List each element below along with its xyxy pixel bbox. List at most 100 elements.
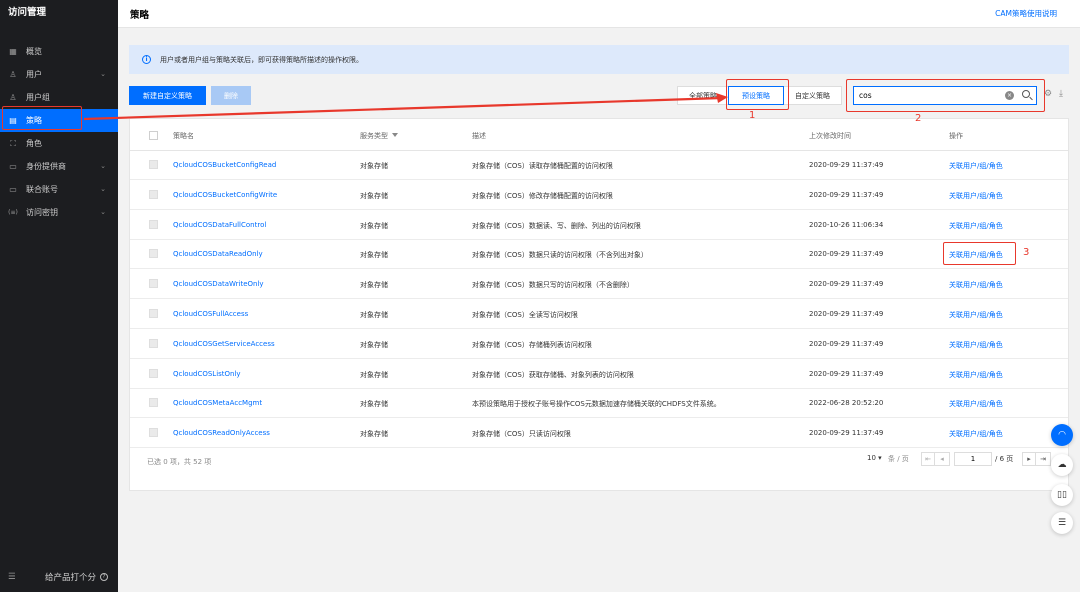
- row-checkbox[interactable]: [149, 249, 158, 259]
- feedback-bar[interactable]: ☰ 给产品打个分 ?: [0, 562, 118, 592]
- header-description: 描述: [472, 132, 486, 140]
- attach-entities-link[interactable]: 关联用户/组/角色: [949, 399, 1003, 409]
- attach-entities-link[interactable]: 关联用户/组/角色: [949, 310, 1003, 320]
- cam-doc-link[interactable]: CAM策略使用说明: [995, 8, 1057, 19]
- next-page-button[interactable]: ▸: [1022, 452, 1036, 466]
- annotation-box-attach-link: [943, 242, 1016, 265]
- sidebar-item-federated-accounts[interactable]: ▭ 联合账号 ⌄: [0, 178, 118, 201]
- user-icon: ♙: [9, 70, 17, 79]
- row-checkbox[interactable]: [149, 279, 158, 289]
- attach-entities-link[interactable]: 关联用户/组/角色: [949, 370, 1003, 380]
- row-checkbox[interactable]: [149, 428, 158, 438]
- table-row: QcloudCOSFullAccess 对象存储 对象存储（COS）全读写访问权限 2…: [130, 299, 1068, 329]
- sidebar-item-label: 身份提供商: [26, 162, 66, 171]
- tab-custom-policies[interactable]: 自定义策略: [784, 86, 842, 105]
- gear-icon[interactable]: ⚙: [1044, 90, 1053, 99]
- service-type-cell: 对象存储: [360, 281, 388, 290]
- attach-entities-link[interactable]: 关联用户/组/角色: [949, 340, 1003, 350]
- headset-icon: ◠: [1058, 430, 1066, 440]
- row-checkbox[interactable]: [149, 160, 158, 169]
- annotation-arrow: [83, 93, 728, 121]
- table-row: QcloudCOSListOnly 对象存储 对象存储（COS）获取存储桶、对象列表…: [130, 359, 1068, 389]
- feedback-label[interactable]: 给产品打个分: [45, 571, 96, 583]
- sidebar: 访问管理 ▦ 概览 ♙ 用户 ⌄ ♙ 用户组 ▤ 策略 ⛶ 角色 ▭ 身份提供商…: [0, 0, 118, 592]
- description-cell: 对象存储（COS）读取存储桶配置的访问权限: [472, 162, 613, 170]
- row-checkbox[interactable]: [149, 309, 158, 318]
- sidebar-item-roles[interactable]: ⛶ 角色: [0, 132, 118, 155]
- policy-name-link[interactable]: QcloudCOSBucketConfigRead: [173, 161, 276, 169]
- row-checkbox[interactable]: [149, 189, 158, 199]
- attach-entities-link[interactable]: 关联用户/组/角色: [949, 280, 1003, 290]
- description-cell: 对象存储（COS）只读访问权限: [472, 430, 571, 439]
- attach-entities-link[interactable]: 关联用户/组/角色: [949, 429, 1003, 439]
- cloud-button[interactable]: ☁: [1051, 454, 1073, 476]
- sidebar-item-label: 角色: [26, 139, 42, 148]
- annotation-number-2: 2: [915, 113, 922, 124]
- first-page-button[interactable]: ⇤: [921, 452, 935, 466]
- sidebar-item-label: 概览: [26, 47, 42, 56]
- attach-entities-link[interactable]: 关联用户/组/角色: [949, 161, 1003, 171]
- page-number-input[interactable]: 1: [954, 452, 992, 466]
- header-service-type[interactable]: 服务类型: [360, 131, 398, 141]
- service-type-cell: 对象存储: [360, 340, 388, 349]
- header-policy-name: 策略名: [173, 132, 194, 140]
- policy-name-link[interactable]: QcloudCOSMetaAccMgmt: [173, 399, 262, 407]
- sidebar-item-identity-providers[interactable]: ▭ 身份提供商 ⌄: [0, 155, 118, 178]
- service-type-cell: 对象存储: [360, 370, 388, 379]
- row-checkbox[interactable]: [149, 338, 158, 348]
- select-all-checkbox[interactable]: [149, 131, 158, 140]
- page-size-select[interactable]: 10 ▾: [867, 454, 882, 462]
- last-modified-cell: 2020-09-29 11:37:49: [809, 339, 884, 348]
- service-type-cell: 对象存储: [360, 191, 388, 200]
- policy-name-link[interactable]: QcloudCOSBucketConfigWrite: [173, 191, 277, 199]
- list-button[interactable]: ☰: [1051, 512, 1073, 534]
- prev-page-button[interactable]: ◂: [935, 452, 950, 466]
- policy-name-link[interactable]: QcloudCOSDataFullControl: [173, 221, 266, 229]
- policy-name-link[interactable]: QcloudCOSFullAccess: [173, 310, 248, 318]
- attach-entities-link[interactable]: 关联用户/组/角色: [949, 221, 1003, 231]
- sidebar-item-label: 用户: [26, 70, 42, 79]
- filter-icon[interactable]: [392, 133, 398, 137]
- service-type-cell: 对象存储: [360, 221, 388, 230]
- support-button[interactable]: ◠: [1051, 424, 1073, 446]
- table-row: QcloudCOSBucketConfigWrite 对象存储 对象存储（COS）修…: [130, 180, 1068, 210]
- sidebar-item-overview[interactable]: ▦ 概览: [0, 40, 118, 63]
- sidebar-nav: ▦ 概览 ♙ 用户 ⌄ ♙ 用户组 ▤ 策略 ⛶ 角色 ▭ 身份提供商 ⌄ ▭ …: [0, 40, 118, 224]
- last-modified-cell: 2020-09-29 11:37:49: [809, 250, 884, 259]
- description-cell: 对象存储（COS）数据读、写、删除、列出的访问权限: [472, 221, 641, 230]
- docs-button[interactable]: ▯▯: [1051, 484, 1073, 506]
- annotation-number-1: 1: [749, 110, 756, 121]
- policy-name-link[interactable]: QcloudCOSDataWriteOnly: [173, 280, 264, 288]
- policy-name-link[interactable]: QcloudCOSListOnly: [173, 370, 241, 378]
- row-checkbox[interactable]: [149, 368, 158, 378]
- last-page-button[interactable]: ⇥: [1036, 452, 1051, 466]
- policy-name-link[interactable]: QcloudCOSReadOnlyAccess: [173, 429, 270, 437]
- attach-entities-link[interactable]: 关联用户/组/角色: [949, 191, 1003, 201]
- table-row: QcloudCOSBucketConfigRead 对象存储 对象存储（COS）读取…: [130, 150, 1068, 180]
- description-cell: 对象存储（COS）全读写访问权限: [472, 311, 578, 319]
- menu-icon[interactable]: ☰: [8, 572, 17, 582]
- sidebar-item-users[interactable]: ♙ 用户 ⌄: [0, 63, 118, 86]
- last-modified-cell: 2020-09-29 11:37:49: [809, 429, 884, 438]
- description-cell: 对象存储（COS）数据只读的访问权限（不含列出对象）: [472, 251, 648, 260]
- annotation-box-preset-tab: [726, 79, 789, 110]
- page-header: 策略 CAM策略使用说明: [118, 0, 1080, 28]
- description-cell: 对象存储（COS）存储桶列表访问权限: [472, 340, 592, 349]
- book-icon: ▯▯: [1057, 490, 1067, 500]
- sidebar-item-access-keys[interactable]: (≡) 访问密钥 ⌄: [0, 201, 118, 224]
- annotation-number-3: 3: [1023, 247, 1030, 258]
- description-cell: 对象存储（COS）获取存储桶、对象列表的访问权限: [472, 370, 634, 379]
- sidebar-item-label: 联合账号: [26, 185, 58, 194]
- table-row: QcloudCOSDataReadOnly 对象存储 对象存储（COS）数据只读的访…: [130, 239, 1068, 270]
- download-icon[interactable]: ⤓: [1059, 89, 1068, 99]
- policy-name-link[interactable]: QcloudCOSDataReadOnly: [173, 250, 263, 258]
- row-checkbox[interactable]: [149, 398, 158, 408]
- help-icon[interactable]: ?: [100, 573, 109, 581]
- chevron-down-icon: ⌄: [100, 162, 106, 170]
- policy-name-link[interactable]: QcloudCOSGetServiceAccess: [173, 340, 275, 348]
- table-row: QcloudCOSReadOnlyAccess 对象存储 对象存储（COS）只读访问…: [130, 418, 1068, 449]
- page-title: 策略: [130, 10, 150, 21]
- cloud-icon: ☁: [1057, 460, 1067, 470]
- row-checkbox[interactable]: [149, 219, 158, 229]
- info-text: 用户或者用户组与策略关联后，即可获得策略所描述的操作权限。: [160, 55, 363, 64]
